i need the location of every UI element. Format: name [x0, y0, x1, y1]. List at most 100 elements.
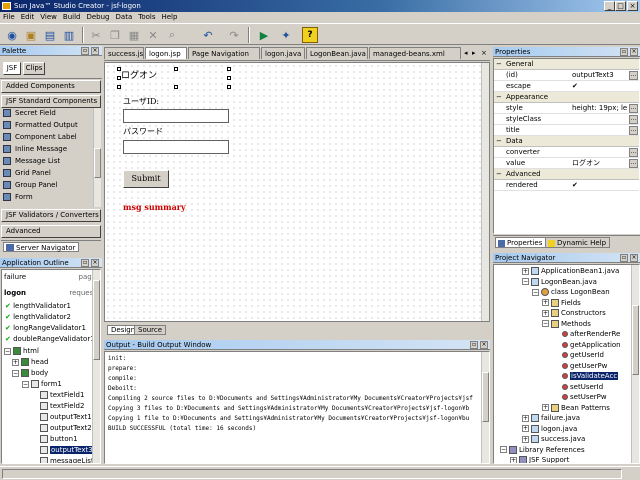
expand-icon[interactable]: +: [522, 414, 529, 422]
property-category-appearance[interactable]: Appearance: [494, 92, 639, 103]
cut-icon[interactable]: ✂: [88, 27, 104, 43]
close-button[interactable]: ×: [627, 1, 638, 11]
properties-close-icon[interactable]: ×: [630, 48, 638, 56]
project-scrollbar[interactable]: [631, 265, 639, 463]
menu-view[interactable]: View: [37, 12, 60, 23]
project-node[interactable]: − Methods: [494, 319, 639, 330]
expand-icon[interactable]: +: [510, 456, 517, 463]
collapse-icon[interactable]: −: [4, 347, 11, 355]
selection-handle[interactable]: [174, 67, 178, 71]
property-value[interactable]: ログオン: [572, 158, 627, 169]
palette-item-formatted-output[interactable]: Formatted Output: [1, 120, 101, 130]
output-scroll-thumb[interactable]: [482, 372, 489, 422]
project-method[interactable]: afterRenderRe: [494, 329, 639, 340]
editor-tab-logon-jsp[interactable]: logon.jsp: [145, 47, 187, 59]
project-method[interactable]: getApplication: [494, 340, 639, 351]
property-value[interactable]: height: 19px; left: ...: [572, 103, 627, 114]
find-icon[interactable]: ⌕: [164, 27, 180, 43]
palette-item-group-panel[interactable]: Group Panel: [1, 180, 101, 190]
outline-close-icon[interactable]: ×: [91, 259, 99, 267]
property-category-general[interactable]: General: [494, 59, 639, 70]
outline-page-logon[interactable]: logon request: [2, 288, 100, 298]
project-node[interactable]: + success.java: [494, 434, 639, 445]
palette-group-advanced[interactable]: Advanced: [1, 225, 101, 238]
property-edit-icon[interactable]: …: [629, 126, 638, 135]
server-navigator-tab[interactable]: Server Navigator: [3, 242, 80, 252]
project-method[interactable]: getUserId: [494, 350, 639, 361]
output-scrollbar[interactable]: [481, 352, 489, 463]
outline-validator[interactable]: ✔ longRangeValidator1: [2, 323, 100, 333]
source-tab[interactable]: Source: [134, 325, 167, 335]
palette-item-component-label[interactable]: Component Label: [1, 132, 101, 142]
dynamic-help-tab[interactable]: Dynamic Help: [545, 237, 611, 248]
collapse-icon[interactable]: −: [12, 369, 19, 377]
expand-icon[interactable]: +: [522, 425, 529, 432]
outline-node-component[interactable]: textField1: [2, 390, 100, 400]
menu-edit[interactable]: Edit: [18, 12, 38, 23]
login-heading[interactable]: ログオン: [121, 68, 157, 81]
project-nav-minimize-icon[interactable]: ▫: [620, 254, 628, 262]
palette-minimize-icon[interactable]: ▫: [81, 47, 89, 55]
help-icon[interactable]: ?: [302, 27, 318, 43]
outline-node-component[interactable]: outputText1: [2, 412, 100, 422]
outline-validator[interactable]: ✔ lengthValidator2: [2, 312, 100, 322]
project-node[interactable]: + Constructors: [494, 308, 639, 319]
palette-group-added[interactable]: Added Components: [1, 80, 101, 93]
property-row-id[interactable]: (id) outputText3…: [494, 70, 639, 81]
outline-validator[interactable]: ✔ lengthValidator1: [2, 301, 100, 311]
property-edit-icon[interactable]: …: [629, 104, 638, 113]
minimize-button[interactable]: _: [604, 1, 615, 11]
expand-icon[interactable]: +: [542, 404, 549, 411]
property-edit-icon[interactable]: …: [629, 159, 638, 168]
property-category-data[interactable]: Data: [494, 136, 639, 147]
menu-build[interactable]: Build: [60, 12, 84, 23]
project-method[interactable]: setUserId: [494, 382, 639, 393]
property-row-escape[interactable]: escape ✔: [494, 81, 639, 92]
property-value[interactable]: outputText3: [572, 70, 627, 81]
project-node[interactable]: + Fields: [494, 298, 639, 309]
menu-debug[interactable]: Debug: [83, 12, 112, 23]
outline-node-component[interactable]: messageList: [2, 456, 100, 463]
project-node[interactable]: − class LogonBean: [494, 287, 639, 298]
palette-tab-jsf[interactable]: JSF: [3, 62, 21, 75]
property-edit-icon[interactable]: …: [629, 71, 638, 80]
project-nav-close-icon[interactable]: ×: [630, 254, 638, 262]
property-edit-icon[interactable]: …: [629, 148, 638, 157]
outline-node-body[interactable]: − body: [2, 368, 100, 378]
submit-button[interactable]: Submit: [123, 170, 169, 188]
project-scroll-thumb[interactable]: [632, 305, 639, 375]
expand-icon[interactable]: +: [522, 435, 529, 443]
userid-label[interactable]: ユーザID:: [123, 96, 159, 107]
outline-node-selected[interactable]: outputText3: [2, 445, 100, 455]
outline-node-component[interactable]: outputText2: [2, 423, 100, 433]
editor-tab-managed-beans[interactable]: managed-beans.xml: [369, 47, 461, 59]
editor-tab-page-navigation[interactable]: Page Navigation: [188, 47, 260, 59]
project-node[interactable]: + Bean Patterns: [494, 403, 639, 414]
property-row-title[interactable]: title…: [494, 125, 639, 136]
save-icon[interactable]: ▤: [42, 27, 58, 43]
output-minimize-icon[interactable]: ▫: [470, 341, 478, 349]
run-icon[interactable]: ▶: [256, 27, 272, 43]
userid-input[interactable]: [123, 109, 229, 123]
project-node[interactable]: + logon.java: [494, 424, 639, 435]
maximize-button[interactable]: □: [615, 1, 626, 11]
property-category-advanced[interactable]: Advanced: [494, 169, 639, 180]
selection-handle[interactable]: [117, 85, 121, 89]
debug-icon[interactable]: ✦: [278, 27, 294, 43]
delete-icon[interactable]: ✕: [145, 27, 161, 43]
collapse-icon[interactable]: −: [522, 278, 529, 285]
outline-node-head[interactable]: + head: [2, 357, 100, 367]
output-close-icon[interactable]: ×: [480, 341, 488, 349]
property-checkbox[interactable]: ✔: [572, 81, 627, 92]
password-label[interactable]: パスワード: [123, 126, 163, 137]
copy-icon[interactable]: ❐: [107, 27, 123, 43]
message-summary[interactable]: msg summary: [123, 202, 186, 212]
property-row-converter[interactable]: converter…: [494, 147, 639, 158]
editor-close-icon[interactable]: ×: [481, 49, 487, 57]
tab-scroll-right-icon[interactable]: ▸: [472, 49, 476, 57]
project-node[interactable]: + failure.java: [494, 413, 639, 424]
tab-scroll-left-icon[interactable]: ◂: [464, 49, 468, 57]
project-node[interactable]: − Library References: [494, 445, 639, 456]
design-canvas[interactable]: ログオン ユーザID: パスワード Submit msg summary: [104, 62, 490, 322]
outline-node-component[interactable]: button1: [2, 434, 100, 444]
